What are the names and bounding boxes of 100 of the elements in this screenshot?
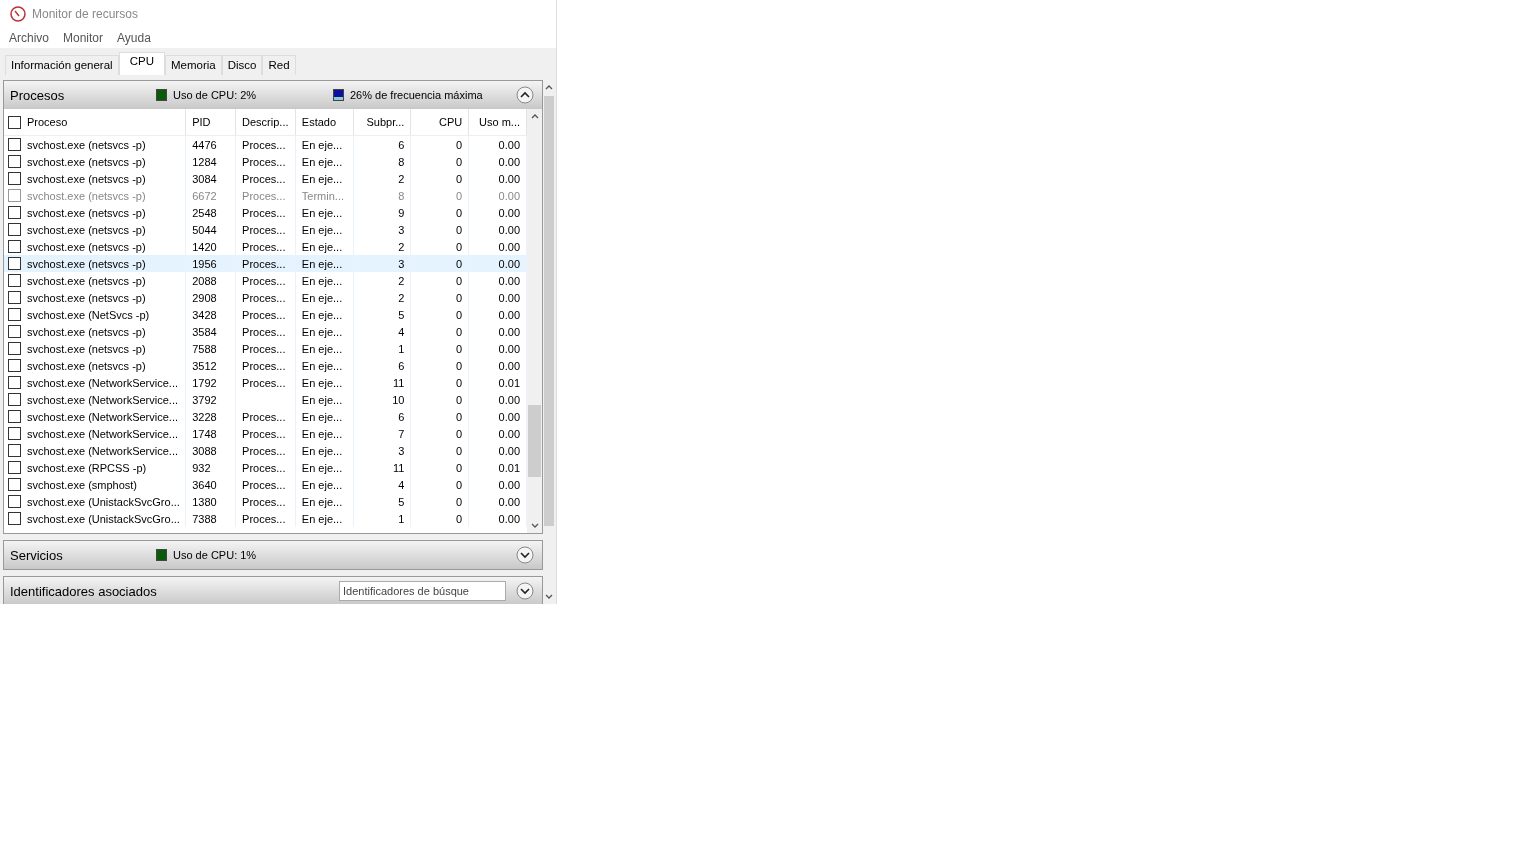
checkbox[interactable] (8, 495, 21, 508)
checkbox[interactable] (8, 325, 21, 338)
table-cell: En eje... (301, 172, 343, 185)
checkbox[interactable] (8, 172, 21, 185)
collapse-icon[interactable] (516, 86, 534, 104)
checkbox[interactable] (8, 155, 21, 168)
table-cell: 0.00 (498, 274, 520, 287)
process-row[interactable]: svchost.exe (NetworkService... 3228 Proces... En eje... 6 0 0.00 (4, 408, 527, 425)
checkbox[interactable] (8, 257, 21, 270)
table-cell: svchost.exe (NetworkService... (27, 427, 178, 440)
checkbox[interactable] (8, 393, 21, 406)
checkbox[interactable] (8, 223, 21, 236)
table-cell: Proces... (242, 461, 286, 474)
process-row[interactable]: svchost.exe (NetworkService... 1792 Proces... En eje... 11 0 0.01 (4, 374, 527, 391)
process-row[interactable]: svchost.exe (netsvcs -p) 7588 Proces... En eje... 1 0 0.00 (4, 340, 527, 357)
checkbox[interactable] (8, 512, 21, 525)
column-header[interactable]: Estado (301, 116, 337, 128)
process-row[interactable]: svchost.exe (UnistackSvcGro... 7388 Proces... En eje... 1 0 0.00 (4, 510, 527, 527)
process-row[interactable]: svchost.exe (NetworkService... 3792 En eje... 10 0 0.00 (4, 391, 527, 408)
table-cell: 11 (393, 376, 405, 389)
menu-item[interactable]: Archivo (9, 31, 49, 45)
process-row[interactable]: svchost.exe (netsvcs -p) 6672 Proces... Termin... 8 0 0.00 (4, 187, 527, 204)
table-cell: 0.00 (498, 189, 520, 202)
checkbox[interactable] (8, 359, 21, 372)
process-row[interactable]: svchost.exe (NetSvcs -p) 3428 Proces... En eje... 5 0 0.00 (4, 306, 527, 323)
checkbox[interactable] (8, 308, 21, 321)
table-cell: 3792 (192, 393, 217, 406)
section-header[interactable]: Identificadores asociados Identificadores de búsque (4, 577, 542, 604)
checkbox[interactable] (8, 274, 21, 287)
table-cell: 0.00 (498, 138, 520, 151)
table-cell: 0.00 (498, 478, 520, 491)
scroll-thumb[interactable] (528, 405, 541, 477)
table-cell: 3512 (192, 359, 217, 372)
table-cell: En eje... (301, 376, 343, 389)
checkbox[interactable] (8, 376, 21, 389)
search-field[interactable]: Identificadores de búsque (339, 581, 506, 601)
section-header[interactable]: Servicios Uso de CPU: 1% (4, 541, 542, 569)
process-row[interactable]: svchost.exe (netsvcs -p) 3584 Proces... En eje... 4 0 0.00 (4, 323, 527, 340)
table-cell: Proces... (242, 291, 286, 304)
section-header[interactable]: Procesos Uso de CPU: 2% 26% de frecuencia máxima (4, 81, 542, 109)
column-header[interactable]: Descrip... (242, 116, 289, 128)
table-cell: 0.00 (498, 206, 520, 219)
process-row[interactable]: svchost.exe (RPCSS -p) 932 Proces... En eje... 11 0 0.01 (4, 459, 527, 476)
process-row[interactable]: svchost.exe (netsvcs -p) 2548 Proces... En eje... 9 0 0.00 (4, 204, 527, 221)
process-row[interactable]: svchost.exe (NetworkService... 1748 Proces... En eje... 7 0 0.00 (4, 425, 527, 442)
checkbox[interactable] (8, 206, 21, 219)
column-header[interactable]: CPU (439, 116, 463, 128)
scroll-thumb[interactable] (544, 96, 554, 526)
checkbox[interactable] (8, 427, 21, 440)
table-cell: 11 (393, 461, 405, 474)
process-row[interactable]: svchost.exe (netsvcs -p) 3512 Proces... En eje... 6 0 0.00 (4, 357, 527, 374)
tab[interactable]: Información general (5, 55, 119, 75)
table-cell: 1792 (192, 376, 217, 389)
table-cell: 0 (456, 138, 463, 151)
scrollbar[interactable] (527, 109, 542, 533)
checkbox[interactable] (8, 291, 21, 304)
table-cell: svchost.exe (netsvcs -p) (27, 138, 146, 151)
checkbox[interactable] (8, 410, 21, 423)
checkbox[interactable] (8, 461, 21, 474)
expand-icon[interactable] (516, 582, 534, 600)
tab[interactable]: Red (262, 55, 296, 75)
table-cell: 0 (456, 376, 463, 389)
table-cell: 6 (398, 410, 405, 423)
process-row[interactable]: svchost.exe (smphost) 3640 Proces... En eje... 4 0 0.00 (4, 476, 527, 493)
process-row[interactable]: svchost.exe (netsvcs -p) 2908 Proces... En eje... 2 0 0.00 (4, 289, 527, 306)
table-cell: svchost.exe (UnistackSvcGro... (27, 512, 180, 525)
tab[interactable]: Disco (221, 55, 263, 75)
process-row[interactable]: svchost.exe (netsvcs -p) 1284 Proces... En eje... 8 0 0.00 (4, 153, 527, 170)
checkbox[interactable] (8, 342, 21, 355)
select-all-checkbox[interactable] (8, 115, 21, 129)
process-row[interactable]: svchost.exe (netsvcs -p) 5044 Proces... En eje... 3 0 0.00 (4, 221, 527, 238)
process-row[interactable]: svchost.exe (netsvcs -p) 1956 Proces... En eje... 3 0 0.00 (4, 255, 527, 272)
checkbox[interactable] (8, 478, 21, 491)
menu-item[interactable]: Monitor (63, 31, 104, 45)
table-cell: 8 (398, 155, 405, 168)
table-cell: svchost.exe (netsvcs -p) (27, 155, 146, 168)
checkbox[interactable] (8, 189, 21, 202)
expand-icon[interactable] (516, 546, 534, 564)
process-row[interactable]: svchost.exe (netsvcs -p) 4476 Proces... En eje... 6 0 0.00 (4, 136, 527, 153)
table-cell: En eje... (301, 223, 343, 236)
column-header[interactable]: Subpr... (366, 116, 405, 128)
column-header[interactable]: Uso m... (479, 116, 520, 128)
process-row[interactable]: svchost.exe (NetworkService... 3088 Proces... En eje... 3 0 0.00 (4, 442, 527, 459)
checkbox[interactable] (8, 138, 21, 151)
checkbox[interactable] (8, 444, 21, 457)
tab[interactable]: CPU (118, 52, 165, 75)
table-cell: 9 (398, 206, 405, 219)
tab[interactable]: Memoria (164, 55, 222, 75)
table-cell: svchost.exe (NetSvcs -p) (27, 308, 150, 321)
table-cell: 932 (192, 461, 211, 474)
column-header[interactable]: PID (192, 116, 211, 128)
cpu-usage-label: Uso de CPU: 1% (173, 549, 258, 561)
menu-item[interactable]: Ayuda (117, 31, 151, 45)
table-cell: En eje... (301, 410, 343, 423)
process-row[interactable]: svchost.exe (UnistackSvcGro... 1380 Proces... En eje... 5 0 0.00 (4, 493, 527, 510)
column-header[interactable]: Proceso (27, 116, 68, 128)
process-row[interactable]: svchost.exe (netsvcs -p) 3084 Proces... En eje... 2 0 0.00 (4, 170, 527, 187)
table-cell: Proces... (242, 138, 286, 151)
checkbox[interactable] (8, 240, 21, 253)
process-row[interactable]: svchost.exe (netsvcs -p) 2088 Proces... En eje... 2 0 0.00 (4, 272, 527, 289)
